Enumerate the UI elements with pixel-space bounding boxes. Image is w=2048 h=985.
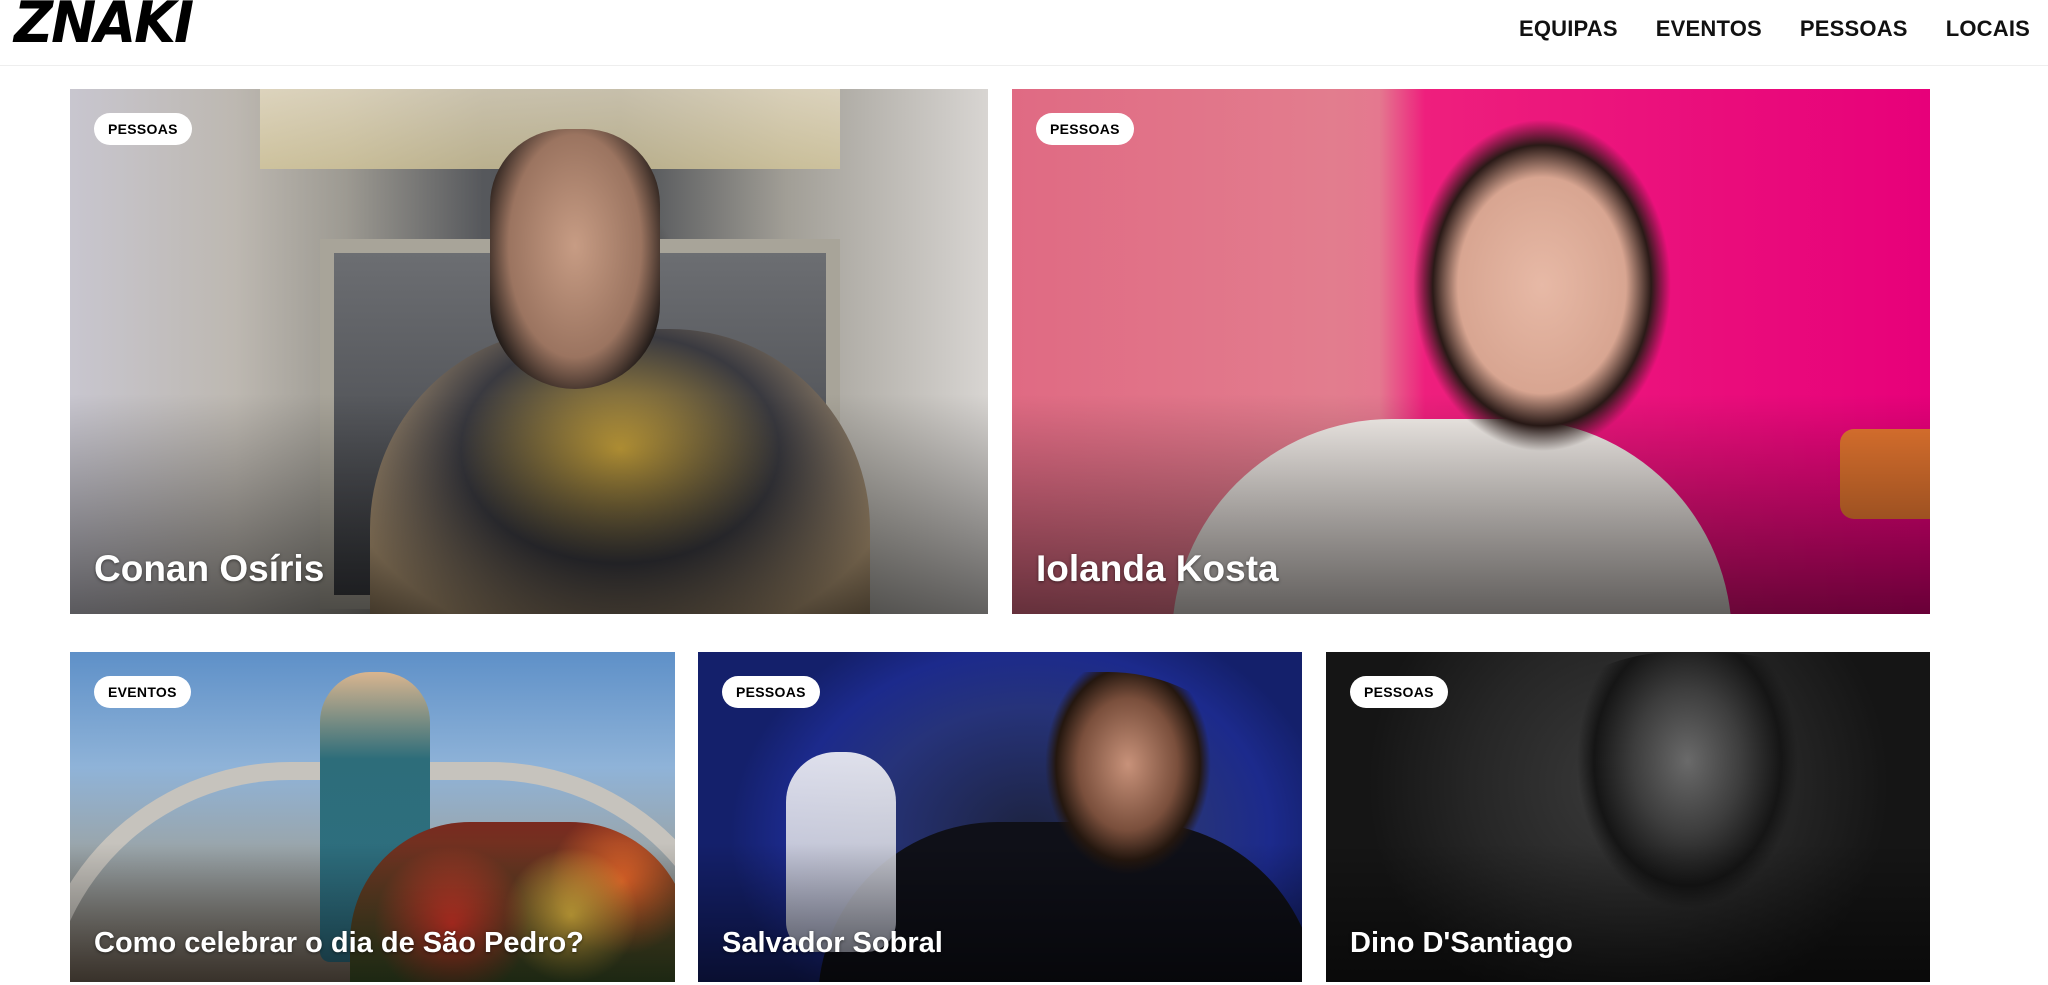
category-badge[interactable]: PESSOAS	[1350, 676, 1448, 708]
card-title[interactable]: Como celebrar o dia de São Pedro?	[94, 927, 584, 960]
category-badge[interactable]: EVENTOS	[94, 676, 191, 708]
category-badge[interactable]: PESSOAS	[1036, 113, 1134, 145]
card-title[interactable]: Dino D'Santiago	[1350, 927, 1573, 960]
feature-card[interactable]: PESSOAS Iolanda Kosta	[1012, 89, 1930, 614]
category-badge[interactable]: PESSOAS	[94, 113, 192, 145]
feature-card[interactable]: PESSOAS Salvador Sobral	[698, 652, 1302, 982]
category-badge[interactable]: PESSOAS	[722, 676, 820, 708]
card-title[interactable]: Iolanda Kosta	[1036, 548, 1279, 590]
feature-card[interactable]: PESSOAS Conan Osíris	[70, 89, 988, 614]
main-nav: EQUIPAS EVENTOS PESSOAS LOCAIS	[1519, 16, 2030, 42]
card-title[interactable]: Conan Osíris	[94, 548, 324, 590]
nav-item-equipas[interactable]: EQUIPAS	[1519, 16, 1618, 42]
feature-card[interactable]: EVENTOS Como celebrar o dia de São Pedro…	[70, 652, 675, 982]
nav-item-eventos[interactable]: EVENTOS	[1656, 16, 1762, 42]
site-header: ZNAKI EQUIPAS EVENTOS PESSOAS LOCAIS	[0, 0, 2048, 66]
nav-item-pessoas[interactable]: PESSOAS	[1800, 16, 1908, 42]
site-logo[interactable]: ZNAKI	[14, 0, 194, 51]
feature-card[interactable]: PESSOAS Dino D'Santiago	[1326, 652, 1930, 982]
nav-item-locais[interactable]: LOCAIS	[1946, 16, 2030, 42]
card-title[interactable]: Salvador Sobral	[722, 927, 943, 960]
